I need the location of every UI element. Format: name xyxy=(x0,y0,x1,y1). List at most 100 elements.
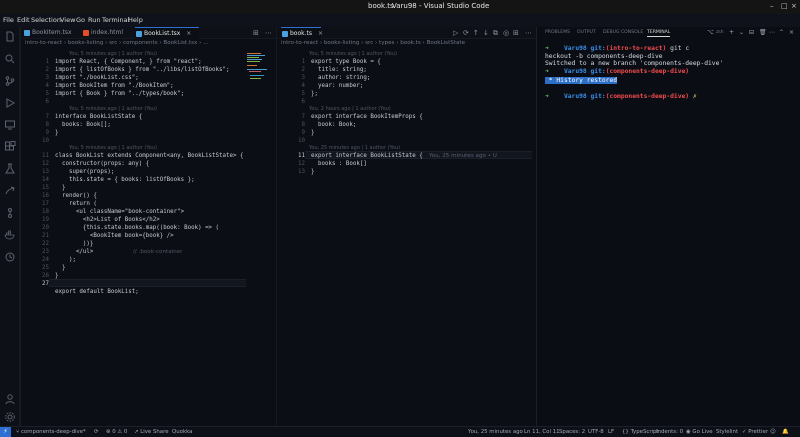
live-share-icon[interactable] xyxy=(4,185,16,197)
source-control-icon[interactable] xyxy=(4,75,16,87)
split-editor-icon[interactable]: ⊞ xyxy=(513,29,519,37)
problems-status[interactable]: ⊗ 0 ⚠ 0 xyxy=(106,429,127,435)
codelens-blame[interactable]: You, 2 hours ago | 1 author (You) xyxy=(309,106,391,113)
accounts-icon[interactable] xyxy=(4,393,16,405)
tab-output[interactable]: OUTPUT xyxy=(577,30,596,35)
explorer-icon[interactable] xyxy=(4,31,16,43)
encoding-status[interactable]: UTF-8 xyxy=(588,429,604,435)
split-editor-icon[interactable]: ⊞ xyxy=(253,29,259,37)
tab-booklist-tsx[interactable]: BookList.tsx × xyxy=(135,27,199,39)
git-compare-icon[interactable]: ◎ xyxy=(503,29,509,37)
feedback-icon[interactable]: ☺ xyxy=(770,429,776,435)
timeline-icon[interactable] xyxy=(4,251,16,263)
live-share-label: Live Share xyxy=(140,429,169,435)
docker-icon[interactable] xyxy=(4,229,16,241)
codelens-blame[interactable]: You, 5 minutes ago | 1 author (You) xyxy=(69,145,157,152)
code-line-9: } xyxy=(55,130,59,136)
maximize-panel-icon[interactable]: ⌃ xyxy=(779,29,784,36)
blame-status[interactable]: You, 25 minutes ago xyxy=(468,429,523,435)
git-graph-icon[interactable] xyxy=(4,207,16,219)
close-window-button[interactable]: × xyxy=(791,2,797,10)
terminal-panel: PROBLEMS OUTPUT DEBUG CONSOLE TERMINAL ⌥… xyxy=(536,27,800,426)
menu-view[interactable]: View xyxy=(60,16,75,24)
run-icon[interactable]: ▷ xyxy=(453,29,458,37)
remote-indicator-icon[interactable]: ⚡ xyxy=(0,427,11,437)
testing-icon[interactable] xyxy=(4,163,16,175)
breadcrumb[interactable]: intro-to-react › books-listing › src › c… xyxy=(25,40,208,49)
tab-debug-console[interactable]: DEBUG CONSOLE xyxy=(603,30,643,35)
menu-selection[interactable]: Selection xyxy=(31,16,61,24)
git-branch-status[interactable]: ⑂ components-deep-dive* xyxy=(16,429,86,435)
tab-bookitem-tsx[interactable]: BookItem.tsx xyxy=(23,27,81,39)
sync-icon[interactable]: ⟳ xyxy=(94,429,99,435)
status-bar: ⚡ ⑂ components-deep-dive* ⟳ ⊗ 0 ⚠ 0 ↗ Li… xyxy=(0,426,800,437)
remote-explorer-icon[interactable] xyxy=(4,119,16,131)
history-restored-message: * History restored xyxy=(545,77,618,84)
menu-edit[interactable]: Edit xyxy=(17,16,30,24)
toggle-changes-icon[interactable]: ⟳ xyxy=(463,29,469,37)
maximize-button[interactable]: □ xyxy=(781,2,788,10)
close-tab-icon[interactable]: × xyxy=(318,30,323,37)
tab-problems[interactable]: PROBLEMS xyxy=(545,30,570,35)
codelens-blame[interactable]: You, 5 minutes ago | 1 author (You) xyxy=(309,51,397,58)
indentation-status[interactable]: Spaces: 2 xyxy=(559,429,585,435)
minimize-button[interactable]: – xyxy=(770,2,774,10)
more-actions-icon[interactable]: ⋯ xyxy=(265,29,272,37)
language-mode[interactable]: {} TypeScript xyxy=(622,429,659,435)
next-change-icon[interactable]: ↓ xyxy=(483,29,489,37)
live-share-status[interactable]: ↗ Live Share xyxy=(134,429,169,435)
minimap[interactable] xyxy=(247,51,269,111)
eol-status[interactable]: LF xyxy=(608,429,614,435)
tab-index-html[interactable]: index.html xyxy=(82,27,134,39)
codelens-blame[interactable]: You, 5 minutes ago | 1 author (You) xyxy=(69,106,157,113)
terminal-dropdown-icon[interactable]: ⌄ xyxy=(739,29,744,36)
inline-blame[interactable]: You, 25 minutes ago • U xyxy=(429,152,497,160)
more-actions-icon[interactable]: ⋯ xyxy=(769,29,775,36)
terminal-line-6[interactable]: ➜ Varu98 git:(components-deep-dive) ✗ xyxy=(545,93,697,101)
stylelint-status[interactable]: Stylelint xyxy=(716,429,738,435)
open-changes-icon[interactable]: ⧉ xyxy=(493,29,498,38)
close-panel-icon[interactable]: × xyxy=(789,29,794,36)
prettier-status[interactable]: ✓ Prettier xyxy=(742,429,768,435)
branch-name: (intro-to-react) xyxy=(605,45,667,52)
window-file-title: book.ts xyxy=(368,2,394,10)
line-number: 4 xyxy=(45,83,50,89)
run-debug-icon[interactable] xyxy=(4,97,16,109)
terminal-user: Varu98 xyxy=(563,93,587,100)
extensions-icon[interactable] xyxy=(4,141,16,153)
previous-change-icon[interactable]: ↑ xyxy=(473,29,479,37)
editor-group-right: book.ts × ▷ ⟳ ↑ ↓ ⧉ ◎ ⊞ ⋯ intro-to-react… xyxy=(276,27,536,426)
go-live-status[interactable]: ◉ Go Live xyxy=(686,429,713,435)
more-actions-icon[interactable]: ⋯ xyxy=(525,29,532,37)
menu-run[interactable]: Run xyxy=(88,16,100,24)
indents-status[interactable]: Indents: 0 xyxy=(656,429,683,435)
tab-terminal[interactable]: TERMINAL xyxy=(647,30,671,37)
close-tab-icon[interactable]: × xyxy=(186,30,191,37)
terminal-line-1: ➜ Varu98 git:(intro-to-react) git c xyxy=(545,45,689,53)
breadcrumb[interactable]: intro-to-react › books-listing › src › t… xyxy=(281,40,465,49)
menu-help[interactable]: Help xyxy=(128,16,143,24)
terminal-user: Varu98 xyxy=(563,67,587,75)
terminal-line-5: * History restored xyxy=(545,77,618,85)
title-bar: book.ts Varu98 - Visual Studio Code – □ … xyxy=(0,0,800,14)
notifications-bell-icon[interactable]: 🔔 xyxy=(782,429,789,435)
code-line-11: export interface BookListState { xyxy=(311,153,423,159)
search-icon[interactable] xyxy=(4,53,16,65)
menu-go[interactable]: Go xyxy=(76,16,85,24)
menu-terminal[interactable]: Terminal xyxy=(102,16,129,24)
kill-terminal-icon[interactable]: 🗑 xyxy=(759,29,767,36)
git-label: git: xyxy=(590,45,606,52)
code-line-28: export default BookList; xyxy=(55,289,139,295)
code-line-8: books: Book[]; xyxy=(55,122,111,128)
new-terminal-icon[interactable]: + xyxy=(729,29,734,36)
quokka-status[interactable]: Quokka xyxy=(172,429,192,435)
cursor-position[interactable]: Ln 11, Col 11 xyxy=(524,429,560,435)
codelens-blame[interactable]: You, 5 minutes ago | 1 author (You) xyxy=(69,51,157,58)
line-number: 9 xyxy=(301,130,306,136)
settings-gear-icon[interactable] xyxy=(4,411,16,423)
tab-book-ts[interactable]: book.ts × xyxy=(281,27,323,39)
split-terminal-icon[interactable]: ⊟ xyxy=(749,29,754,36)
branch-label: components-deep-dive* xyxy=(20,429,86,435)
shell-label[interactable]: zsh xyxy=(716,30,724,35)
menu-file[interactable]: File xyxy=(3,16,14,24)
